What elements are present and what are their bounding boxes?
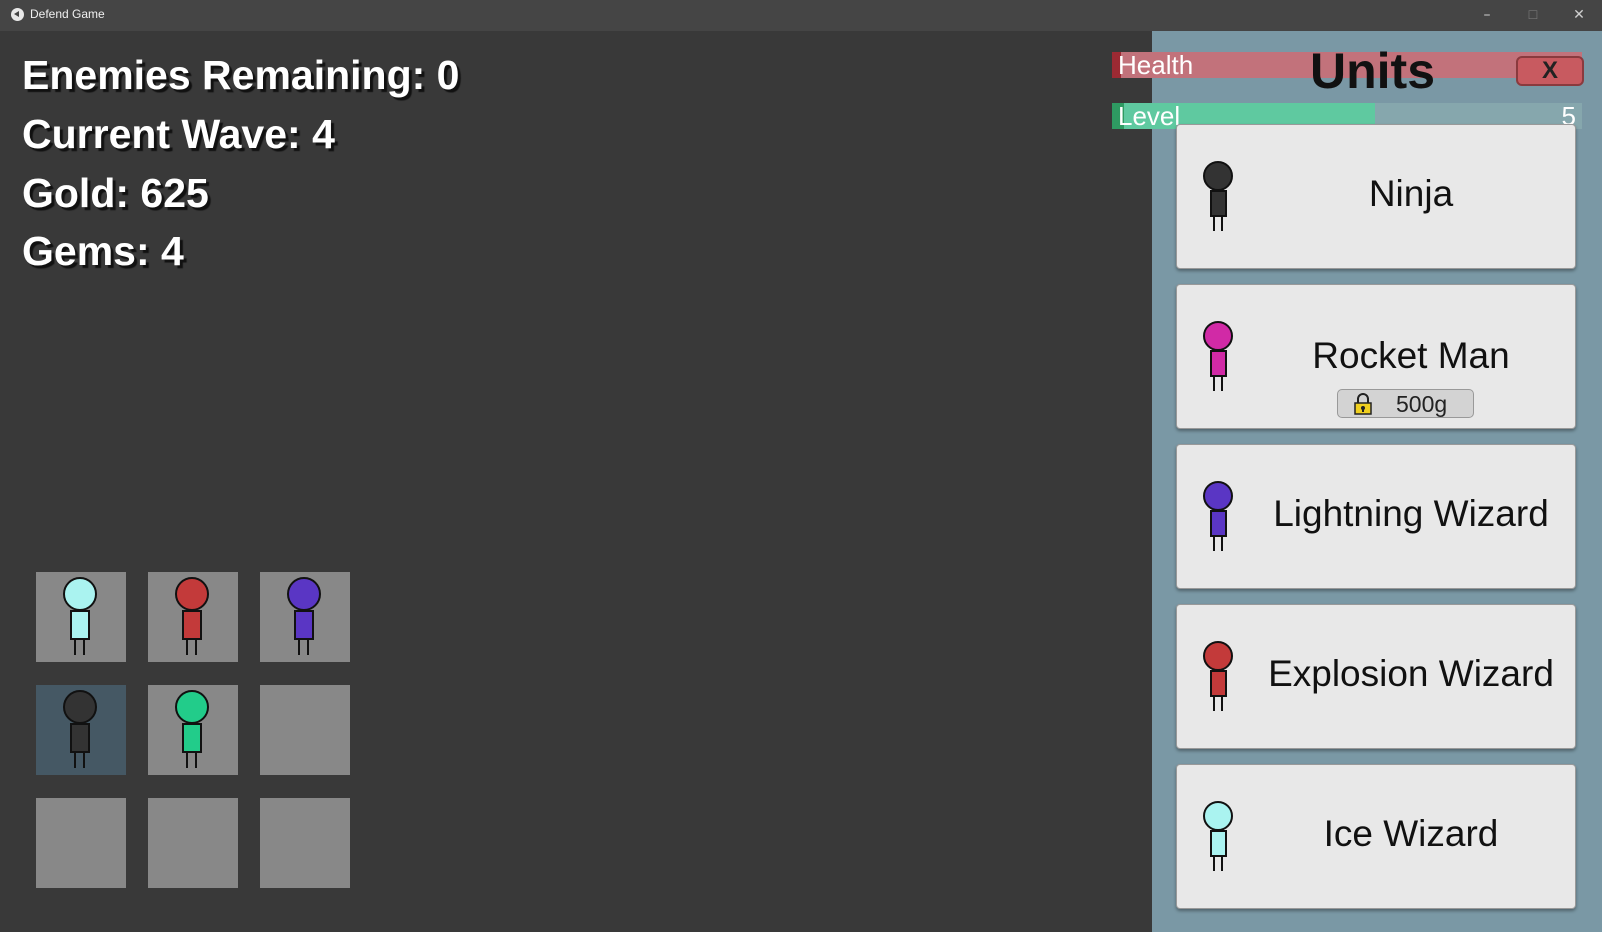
close-panel-button[interactable]: X xyxy=(1516,56,1584,86)
units-title: Units xyxy=(1310,43,1435,99)
ninja-icon xyxy=(62,690,102,770)
unit-price-badge: 500g xyxy=(1337,389,1474,418)
grid-slot-empty[interactable] xyxy=(36,798,126,888)
level-label: Level xyxy=(1118,101,1181,131)
unit-price: 500g xyxy=(1396,391,1448,417)
minimize-button[interactable]: – xyxy=(1464,0,1510,31)
lock-icon xyxy=(1354,393,1372,415)
grid-slot-green-unit[interactable] xyxy=(148,685,238,775)
window-title: Defend Game xyxy=(30,7,105,21)
current-wave: Current Wave: 4 xyxy=(22,111,335,157)
green-unit-icon xyxy=(174,690,214,770)
close-window-button[interactable]: ✕ xyxy=(1556,0,1602,31)
unit-name: Ice Wizard xyxy=(1323,813,1499,854)
lightning-wizard-icon xyxy=(286,577,326,657)
grid-slot-empty[interactable] xyxy=(260,798,350,888)
grid-slot-empty[interactable] xyxy=(148,798,238,888)
app-icon xyxy=(11,8,24,21)
unit-card-lightning-wizard[interactable]: Lightning Wizard xyxy=(1176,444,1576,589)
lightning-wizard-icon xyxy=(1203,481,1237,553)
unit-name: Ninja xyxy=(1368,173,1454,214)
unit-name: Rocket Man xyxy=(1312,335,1510,376)
window-titlebar: Defend Game – ☐ ✕ xyxy=(0,0,1602,31)
grid-slot-ice-wizard[interactable] xyxy=(36,572,126,662)
grid-slot-explosion-wizard[interactable] xyxy=(148,572,238,662)
maximize-button[interactable]: ☐ xyxy=(1510,0,1556,31)
ice-wizard-icon xyxy=(1203,801,1237,873)
ice-wizard-icon xyxy=(62,577,102,657)
unit-card-rocket-man[interactable]: Rocket Man 500g xyxy=(1176,284,1576,429)
explosion-wizard-icon xyxy=(1203,641,1237,713)
unit-name: Lightning Wizard xyxy=(1273,493,1549,534)
enemies-remaining: Enemies Remaining: 0 xyxy=(22,52,460,98)
unit-name: Explosion Wizard xyxy=(1268,653,1554,694)
grid-slot-lightning-wizard[interactable] xyxy=(260,572,350,662)
explosion-wizard-icon xyxy=(174,577,214,657)
unit-card-ice-wizard[interactable]: Ice Wizard xyxy=(1176,764,1576,909)
grid-slot-ninja[interactable] xyxy=(36,685,126,775)
health-label: Health xyxy=(1118,50,1194,80)
gold-counter: Gold: 625 xyxy=(22,170,209,216)
rocket-man-icon xyxy=(1203,321,1237,393)
unit-card-explosion-wizard[interactable]: Explosion Wizard xyxy=(1176,604,1576,749)
ninja-icon xyxy=(1203,161,1237,233)
unit-card-ninja[interactable]: Ninja xyxy=(1176,124,1576,269)
grid-slot-empty[interactable] xyxy=(260,685,350,775)
gems-counter: Gems: 4 xyxy=(22,228,184,274)
